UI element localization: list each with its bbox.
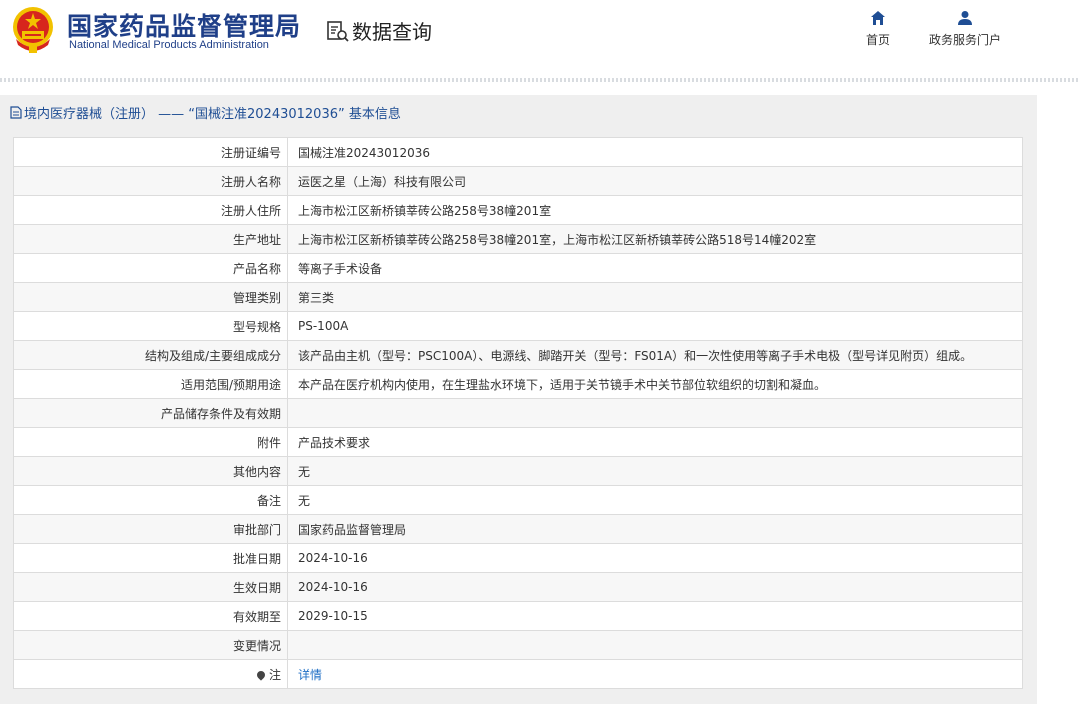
- field-value: 该产品由主机（型号：PSC100A）、电源线、脚踏开关（型号：FS01A）和一次…: [287, 340, 1023, 370]
- table-row: 其他内容无: [13, 456, 1023, 486]
- nav-service-portal-label: 政务服务门户: [929, 33, 1002, 47]
- panel-title: 境内医疗器械（注册） —— “国械注准20243012036” 基本信息: [10, 102, 401, 122]
- note-value-cell: 详情: [287, 659, 1023, 689]
- nav-home[interactable]: 首页: [866, 10, 890, 48]
- details-link[interactable]: 详情: [298, 668, 322, 682]
- nav-home-label: 首页: [866, 33, 891, 47]
- field-label: 产品储存条件及有效期: [13, 398, 288, 428]
- home-icon: [871, 11, 885, 25]
- field-value: 国械注准20243012036: [287, 137, 1023, 167]
- table-row: 产品名称 等离子手术设备: [13, 253, 1023, 283]
- table-row: 生产地址 上海市松江区新桥镇莘砖公路258号38幢201室，上海市松江区新桥镇莘砖…: [13, 224, 1023, 254]
- user-icon: [958, 11, 972, 25]
- note-label-cell: 注: [13, 659, 288, 689]
- table-row: 附件 产品技术要求: [13, 427, 1023, 457]
- field-label: 管理类别: [13, 282, 288, 312]
- header-divider: [0, 78, 1080, 82]
- field-label: 批准日期: [13, 543, 288, 573]
- national-emblem-icon: [13, 7, 53, 53]
- field-label: 型号规格: [13, 311, 288, 341]
- data-query-heading: 数据查询: [326, 16, 432, 45]
- data-query-label: 数据查询: [352, 20, 432, 44]
- field-value: 上海市松江区新桥镇莘砖公路258号38幢201室: [287, 195, 1023, 225]
- document-search-icon: [327, 20, 349, 42]
- field-value: 无: [287, 456, 1023, 486]
- table-row: 审批部门 国家药品监督管理局: [13, 514, 1023, 544]
- info-panel: 境内医疗器械（注册） —— “国械注准20243012036” 基本信息 注册证…: [0, 95, 1037, 704]
- table-row: 变更情况: [13, 630, 1023, 660]
- field-label: 注册证编号: [13, 137, 288, 167]
- registration-info-table: 注册证编号 国械注准20243012036 注册人名称 运医之星（上海）科技有限公司注…: [13, 137, 1023, 689]
- field-value: 等离子手术设备: [287, 253, 1023, 283]
- field-value: 本产品在医疗机构内使用，在生理盐水环境下，适用于关节镜手术中关节部位软组织的切割…: [287, 369, 1023, 399]
- note-label: 注: [268, 667, 281, 682]
- field-label: 变更情况: [13, 630, 288, 660]
- table-row: 有效期至 2029-10-15: [13, 601, 1023, 631]
- field-value: [287, 630, 1023, 660]
- table-row: 批准日期 2024-10-16: [13, 543, 1023, 573]
- table-row: 备注无: [13, 485, 1023, 515]
- field-label: 附件: [13, 427, 288, 457]
- field-value: 2024-10-16: [287, 572, 1023, 602]
- nav-service-portal[interactable]: 政务服务门户: [929, 10, 1001, 48]
- table-row-note: 注 详情: [13, 659, 1023, 689]
- field-label: 有效期至: [13, 601, 288, 631]
- panel-title-text: 境内医疗器械（注册） —— “国械注准20243012036” 基本信息: [24, 106, 401, 122]
- field-value: [287, 398, 1023, 428]
- field-label: 生效日期: [13, 572, 288, 602]
- field-label: 其他内容: [13, 456, 288, 486]
- table-row: 适用范围/预期用途 本产品在医疗机构内使用，在生理盐水环境下，适用于关节镜手术中关…: [13, 369, 1023, 399]
- field-label: 产品名称: [13, 253, 288, 283]
- field-value: 产品技术要求: [287, 427, 1023, 457]
- pin-icon: [255, 668, 267, 681]
- field-value: PS-100A: [287, 311, 1023, 341]
- field-value: 无: [287, 485, 1023, 515]
- field-label: 结构及组成/主要组成成分: [13, 340, 288, 370]
- field-label: 适用范围/预期用途: [13, 369, 288, 399]
- field-value: 2029-10-15: [287, 601, 1023, 631]
- field-value: 上海市松江区新桥镇莘砖公路258号38幢201室，上海市松江区新桥镇莘砖公路51…: [287, 224, 1023, 254]
- field-value: 2024-10-16: [287, 543, 1023, 573]
- field-label: 生产地址: [13, 224, 288, 254]
- table-row: 注册证编号 国械注准20243012036: [13, 137, 1023, 167]
- table-row: 产品储存条件及有效期: [13, 398, 1023, 428]
- table-row: 结构及组成/主要组成成分 该产品由主机（型号：PSC100A）、电源线、脚踏开关（…: [13, 340, 1023, 370]
- field-label: 注册人名称: [13, 166, 288, 196]
- site-title: 国家药品监督管理局: [67, 12, 302, 41]
- field-label: 注册人住所: [13, 195, 288, 225]
- table-row: 管理类别 第三类: [13, 282, 1023, 312]
- field-label: 审批部门: [13, 514, 288, 544]
- site-subtitle: National Medical Products Administration: [69, 39, 269, 51]
- table-row: 注册人名称 运医之星（上海）科技有限公司: [13, 166, 1023, 196]
- field-value: 国家药品监督管理局: [287, 514, 1023, 544]
- table-row: 生效日期 2024-10-16: [13, 572, 1023, 602]
- table-row: 型号规格 PS-100A: [13, 311, 1023, 341]
- field-label: 备注: [13, 485, 288, 515]
- document-icon: [10, 105, 22, 119]
- table-row: 注册人住所 上海市松江区新桥镇莘砖公路258号38幢201室: [13, 195, 1023, 225]
- field-value: 第三类: [287, 282, 1023, 312]
- site-header: 国家药品监督管理局 National Medical Products Admi…: [0, 0, 1080, 78]
- field-value: 运医之星（上海）科技有限公司: [287, 166, 1023, 196]
